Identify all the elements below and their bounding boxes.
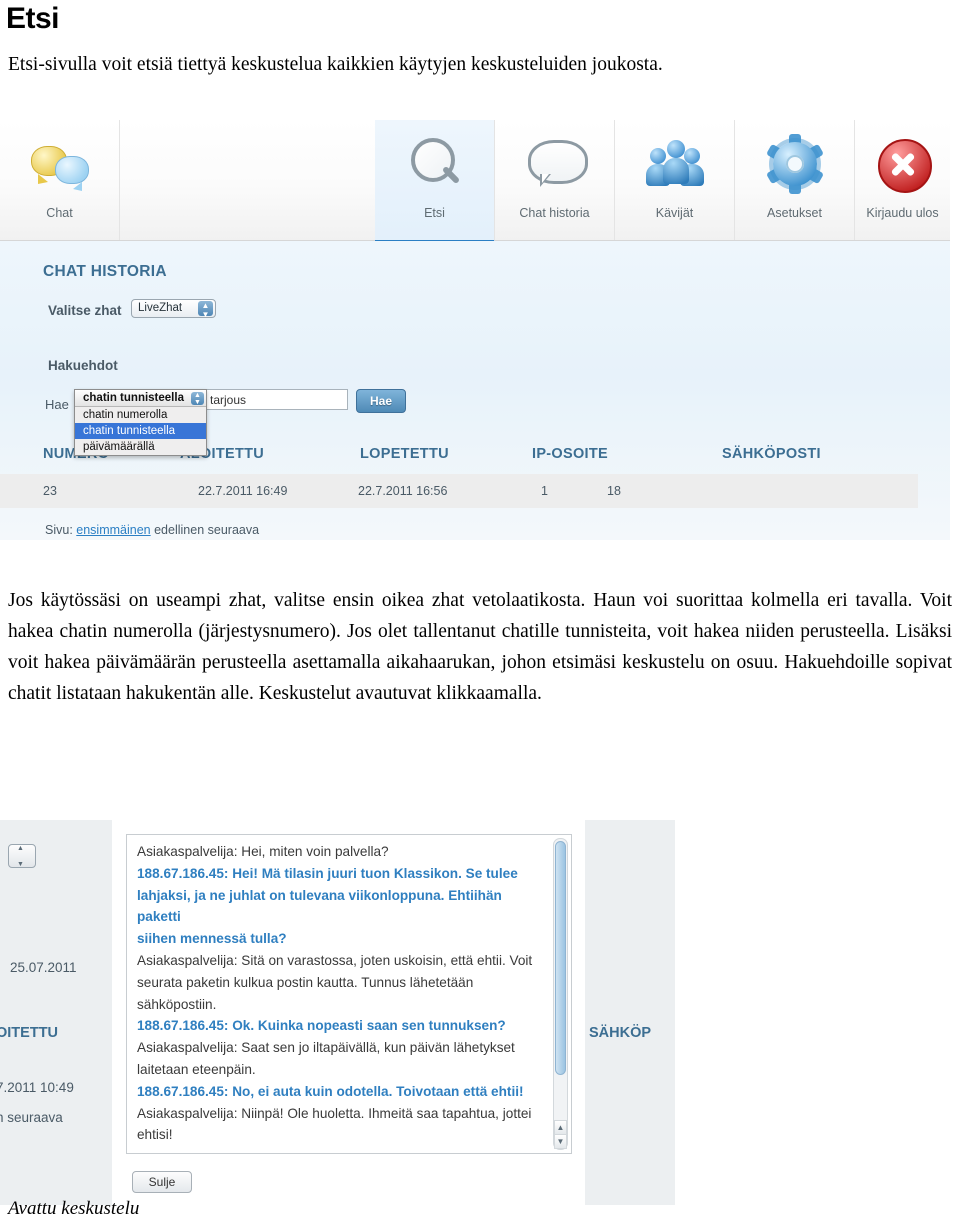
table-row[interactable] — [0, 474, 918, 508]
app-toolbar: Chat Etsi Chat historia Kävijät Asetukse… — [0, 120, 950, 244]
chat-line: Asiakaspalvelija: Hei, miten voin palvel… — [137, 844, 389, 859]
paging-link-first[interactable]: ensimmäinen — [76, 523, 150, 537]
right-column-header: SÄHKÖP — [589, 1025, 652, 1041]
speech-bubble-icon — [495, 136, 614, 194]
toolbar-item-kavijat[interactable]: Kävijät — [615, 120, 735, 240]
chat-scrollbar[interactable]: ▲ ▼ — [553, 838, 568, 1150]
scroll-down-icon[interactable]: ▼ — [554, 1134, 567, 1149]
toolbar-label-asetukset: Asetukset — [767, 206, 822, 220]
search-query-value: tarjous — [210, 393, 247, 407]
chat-line: laitetaan eteenpäin. — [137, 1061, 256, 1077]
conversation-window: Asiakaspalvelija: Hei, miten voin palvel… — [112, 820, 585, 1205]
toolbar-item-chat[interactable]: Chat — [0, 120, 120, 240]
chat-line: seurata paketin kulkua postin kautta. Tu… — [137, 974, 474, 990]
scroll-up-icon[interactable]: ▲ — [554, 1120, 567, 1135]
chat-transcript: Asiakaspalvelija: Hei, miten voin palvel… — [126, 834, 572, 1154]
zhat-select-value: LiveZhat — [138, 302, 183, 314]
left-date: 25.07.2011 — [10, 960, 77, 975]
toolbar-label-etsi: Etsi — [424, 206, 445, 220]
toolbar-label-chat-historia: Chat historia — [519, 206, 590, 220]
toolbar-item-asetukset[interactable]: Asetukset — [735, 120, 855, 240]
screenshot-search-page: Chat Etsi Chat historia Kävijät Asetukse… — [0, 120, 950, 540]
cell-numero: 23 — [43, 484, 57, 498]
chat-line: 188.67.186.45: No, ei auta kuin odotella… — [137, 1083, 524, 1099]
close-conversation-button[interactable]: Sulje — [132, 1171, 192, 1193]
chat-line: Asiakaspalvelija: Saat sen jo iltapäiväl… — [137, 1040, 515, 1056]
search-icon — [375, 136, 494, 194]
close-circle-icon — [855, 136, 950, 194]
criteria-dropdown-selected[interactable]: chatin tunnisteella ▲ ▼ — [75, 390, 206, 407]
label-hae: Hae — [45, 397, 69, 412]
column-header-sahkoposti: SÄHKÖPOSTI — [722, 446, 821, 462]
stepper-control[interactable] — [8, 844, 36, 868]
cell-lopetettu: 22.7.2011 16:56 — [358, 484, 448, 498]
cell-ip-osoite: 1 — [541, 484, 548, 498]
toolbar-item-kirjaudu-ulos[interactable]: Kirjaudu ulos — [855, 120, 950, 240]
chat-line: siihen mennessä tulla? — [137, 931, 287, 947]
zhat-select[interactable]: LiveZhat ▲ ▼ — [131, 299, 216, 319]
toolbar-label-kavijat: Kävijät — [655, 206, 694, 220]
chat-lines: Asiakaspalvelija: Hei, miten voin palvel… — [127, 841, 571, 1146]
scrollbar-thumb[interactable] — [555, 841, 566, 1075]
toolbar-item-etsi[interactable]: Etsi — [375, 120, 495, 244]
search-submit-button[interactable]: Hae — [356, 389, 406, 413]
paging-bar: Sivu: ensimmäinen edellinen seuraava — [45, 523, 259, 537]
cell-aloitettu: 22.7.2011 16:49 — [198, 484, 288, 498]
search-panel: CHAT HISTORIA Valitse zhat LiveZhat ▲ ▼ H… — [0, 241, 950, 540]
toolbar-label-chat: Chat — [46, 206, 73, 220]
toolbar-label-kirjaudu-ulos: Kirjaudu ulos — [866, 206, 939, 220]
toolbar-item-chat-historia[interactable]: Chat historia — [495, 120, 615, 240]
chevron-updown-icon: ▲ ▼ — [198, 301, 213, 319]
figure-caption: Avattu keskustelu — [8, 1198, 140, 1219]
column-header-lopetettu: LOPETETTU — [360, 446, 449, 462]
gear-icon — [735, 134, 854, 194]
chat-line: 188.67.186.45: Hei! Mä tilasin juuri tuo… — [137, 865, 518, 881]
criteria-option-tunnisteella[interactable]: chatin tunnisteella — [75, 423, 206, 439]
column-header-ip-osoite: IP-OSOITE — [532, 446, 609, 462]
screenshot-open-conversation: 25.07.2011 OITETTU 7.2011 10:49 n seuraa… — [0, 820, 675, 1205]
paging-link-prev[interactable]: edellinen — [154, 523, 204, 537]
users-icon — [615, 136, 734, 194]
chevron-updown-icon: ▲ ▼ — [191, 392, 204, 406]
criteria-option-numerolla[interactable]: chatin numerolla — [75, 407, 206, 423]
paging-label: Sivu: — [45, 523, 73, 537]
paging-link-next[interactable]: seuraava — [208, 523, 259, 537]
search-query-input[interactable]: tarjous — [203, 389, 348, 410]
section-title-chat-historia: CHAT HISTORIA — [43, 263, 167, 280]
chat-line: lahjaksi, ja ne juhlat on tulevana viiko… — [137, 887, 502, 925]
chat-line: ehtisi! — [137, 1127, 173, 1143]
page-title: Etsi — [6, 2, 60, 35]
chat-line: sähköpostiin. — [137, 996, 217, 1012]
conversation-left-panel: 25.07.2011 OITETTU 7.2011 10:49 n seuraa… — [0, 820, 112, 1205]
left-paging: n seuraava — [0, 1110, 63, 1125]
label-hakuehdot: Hakuehdot — [48, 358, 118, 373]
cell-sahkoposti: 18 — [607, 484, 621, 498]
chat-line: 188.67.186.45: Ok. Kuinka nopeasti saan … — [137, 1018, 506, 1034]
conversation-right-panel: SÄHKÖP — [585, 820, 675, 1205]
criteria-dropdown-open[interactable]: chatin tunnisteella ▲ ▼ chatin numerolla … — [74, 389, 207, 456]
document-page: Etsi Etsi-sivulla voit etsiä tiettyä kes… — [0, 0, 960, 1225]
chat-line: Asiakaspalvelija: Sitä on varastossa, jo… — [137, 952, 533, 968]
chat-line: Asiakaspalvelija: Niinpä! Ole huoletta. … — [137, 1105, 532, 1121]
left-column-header: OITETTU — [0, 1025, 59, 1041]
body-paragraph: Jos käytössäsi on useampi zhat, valitse … — [8, 590, 952, 704]
chat-bubbles-icon — [0, 136, 119, 194]
criteria-option-paivamaaralla[interactable]: päivämäärällä — [75, 439, 206, 455]
left-time: 7.2011 10:49 — [0, 1080, 74, 1095]
label-valitse-zhat: Valitse zhat — [48, 303, 122, 318]
criteria-selected-label: chatin tunnisteella — [83, 392, 184, 404]
intro-paragraph: Etsi-sivulla voit etsiä tiettyä keskuste… — [8, 54, 663, 75]
